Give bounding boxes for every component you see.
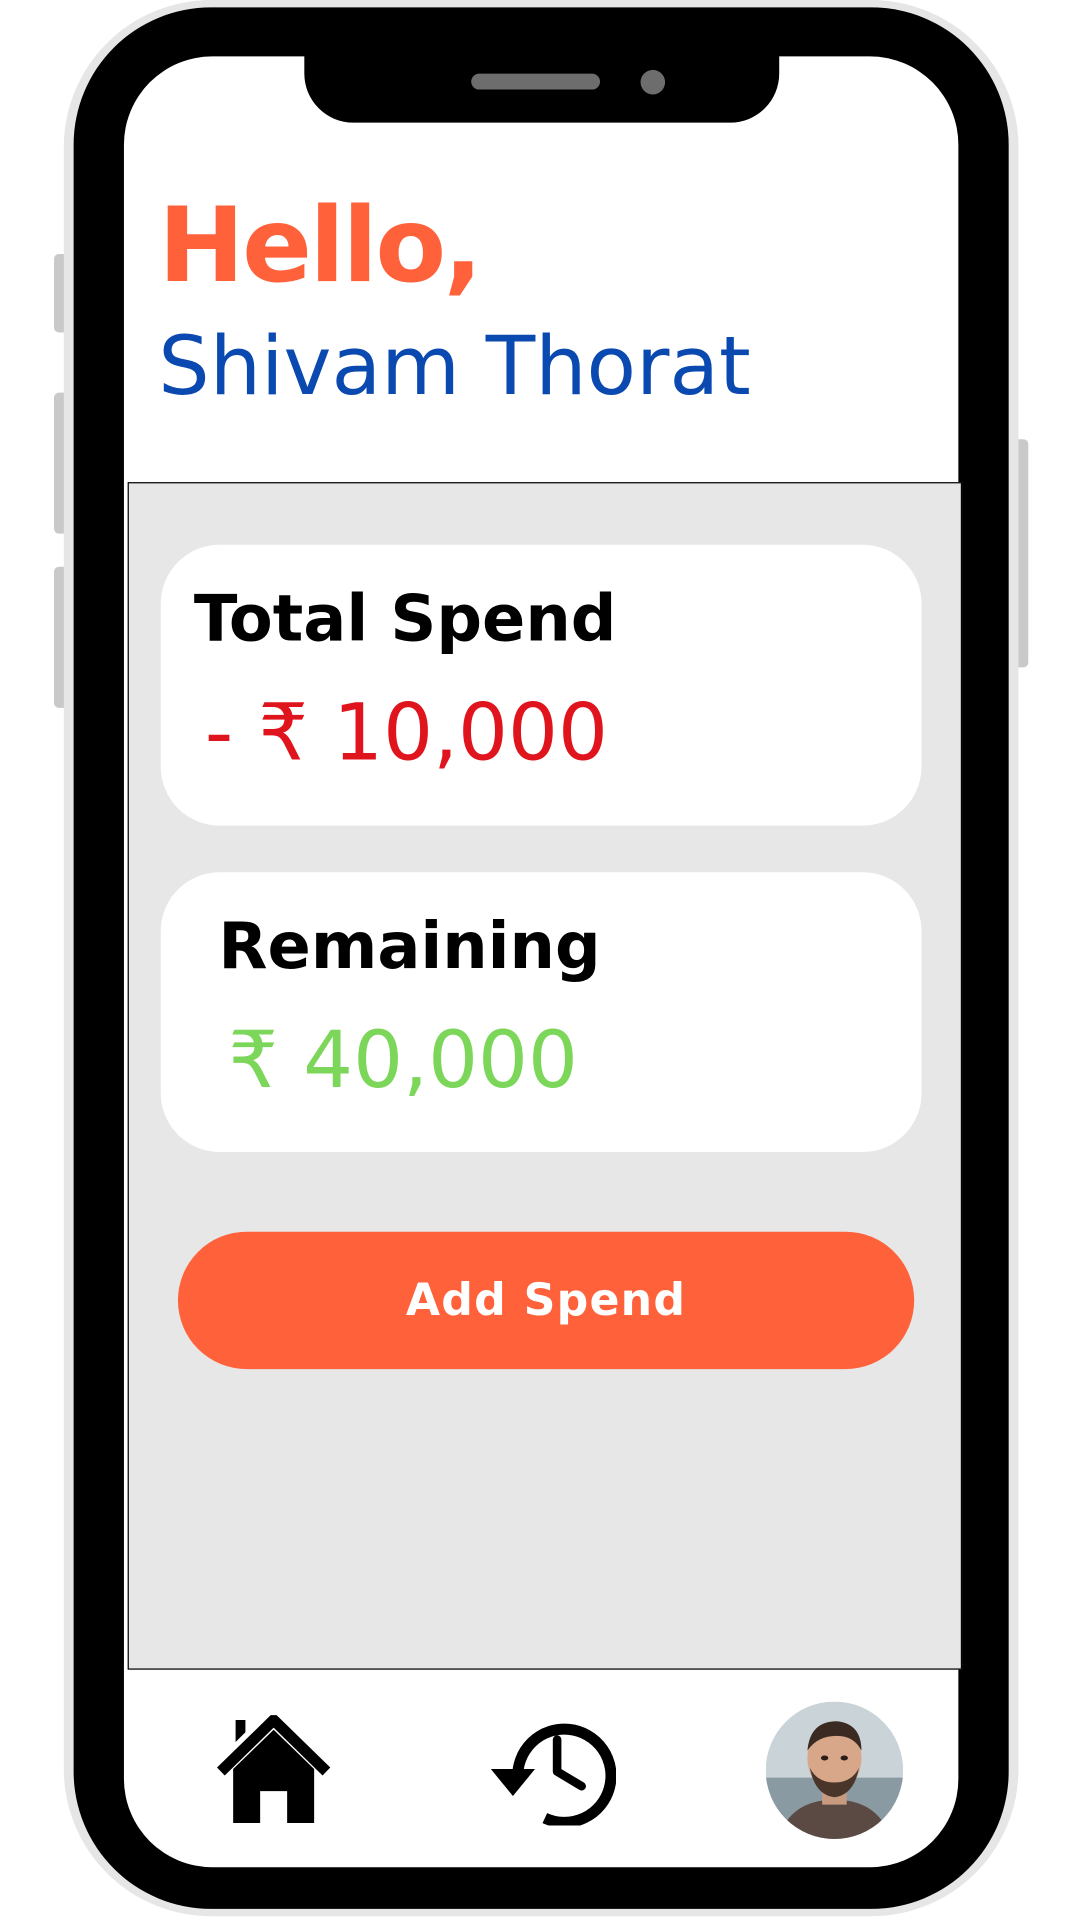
nav-history[interactable] [488,1715,617,1828]
add-spend-button[interactable]: Add Spend [177,1231,915,1370]
user-name: Shivam Thorat [158,318,751,414]
phone-mockup: Hello, Shivam Thorat Total Spend - ₹ 10,… [0,0,1080,1920]
home-icon [217,1712,331,1824]
profile-avatar[interactable] [765,1701,904,1839]
greeting-hello: Hello, [158,185,483,306]
remaining-amount: ₹ 40,000 [228,1015,578,1107]
total-spend-amount: - ₹ 10,000 [204,688,608,780]
total-spend-label: Total Spend [193,582,617,657]
nav-home[interactable] [216,1712,331,1825]
remaining-label: Remaining [218,910,601,984]
speaker-grille [471,73,601,90]
avatar-image [765,1701,904,1839]
front-camera [640,69,666,95]
history-icon [490,1723,617,1828]
